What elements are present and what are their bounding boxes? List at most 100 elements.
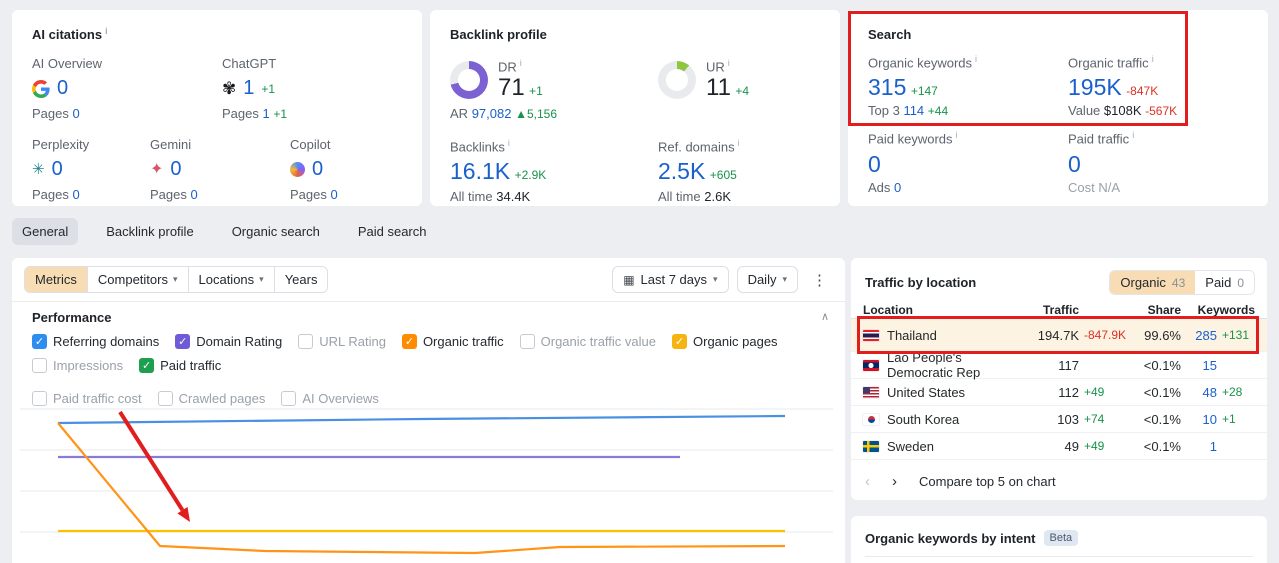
pages-count-link[interactable]: 0 [331, 187, 338, 202]
tab-paid-search[interactable]: Paid search [348, 218, 437, 245]
kebab-menu-icon[interactable]: ⋮ [806, 271, 833, 289]
chatgpt-delta: +1 [261, 81, 276, 96]
chevron-down-icon: ▾ [782, 274, 787, 284]
info-icon[interactable]: i [728, 58, 730, 68]
ai-card-perplexity: Perplexity ✳ 0 Pages 0 [32, 137, 90, 203]
next-page-chevron-icon[interactable]: › [892, 473, 897, 490]
thailand-flag-icon [863, 329, 879, 341]
checkbox-referring-domains[interactable]: ✓ Referring domains [32, 334, 159, 349]
keywords-link[interactable]: 285 [1181, 328, 1217, 343]
us-flag-icon [863, 386, 879, 398]
info-icon[interactable]: i [956, 130, 958, 140]
organic-traffic-value-link[interactable]: 195K [1068, 74, 1122, 101]
metrics-button[interactable]: Metrics [25, 267, 87, 292]
ar-value-link[interactable]: 97,082 [472, 106, 512, 121]
toggle-organic[interactable]: Organic 43 [1110, 271, 1196, 294]
info-icon[interactable]: i [508, 138, 510, 148]
backlink-profile-panel: Backlink profile DR i 71 +1 AR 97,082 ▲5,… [430, 10, 840, 206]
checkbox-organic-traffic-value[interactable]: Organic traffic value [519, 334, 656, 349]
checkbox-icon: ✓ [401, 334, 417, 349]
checkbox-paid-traffic[interactable]: ✓ Paid traffic [139, 358, 221, 373]
ur-donut [658, 61, 696, 99]
paid-traffic-value-link[interactable]: 0 [1068, 151, 1081, 178]
checkbox-icon [298, 334, 314, 349]
tab-backlink-profile[interactable]: Backlink profile [96, 218, 203, 245]
checkbox-icon [519, 334, 535, 349]
south-korea-flag-icon [863, 413, 879, 425]
tab-organic-search[interactable]: Organic search [222, 218, 330, 245]
info-icon[interactable]: i [975, 54, 977, 64]
years-button[interactable]: Years [273, 267, 328, 292]
chevron-down-icon: ▾ [259, 274, 264, 284]
ai-card-chatgpt: ChatGPT ✾ 1 +1 Pages 1 +1 [222, 56, 288, 122]
info-icon[interactable]: i [1132, 130, 1134, 140]
performance-chart[interactable] [12, 385, 845, 563]
table-row-thailand[interactable]: Thailand 194.7K -847.9K 99.6% 285 +131 [851, 319, 1267, 352]
checkbox-icon: ✓ [672, 334, 687, 349]
locations-dropdown[interactable]: Locations ▾ [187, 267, 274, 292]
ai-card-gemini: Gemini ✦ 0 Pages 0 [150, 137, 198, 203]
ads-link[interactable]: 0 [894, 180, 901, 195]
granularity-dropdown[interactable]: Daily ▾ [736, 266, 798, 293]
checkbox-url-rating[interactable]: URL Rating [298, 334, 386, 349]
chevron-down-icon: ▾ [172, 274, 178, 284]
chevron-down-icon: ▾ [713, 274, 718, 284]
organic-paid-toggle: Organic 43 Paid 0 [1109, 270, 1255, 295]
paid-keywords-value-link[interactable]: 0 [868, 151, 881, 178]
backlinks-value-link[interactable]: 16.1K [450, 158, 510, 185]
info-icon[interactable]: i [105, 26, 108, 36]
openai-icon: ✾ [222, 79, 237, 99]
chatgpt-value: 1 [243, 77, 255, 100]
checkbox-domain-rating[interactable]: ✓ Domain Rating [175, 334, 282, 349]
info-icon[interactable]: i [520, 58, 522, 68]
traffic-by-location-title: Traffic by location [865, 275, 977, 290]
pages-count-link[interactable]: 0 [191, 187, 198, 202]
pages-count-link[interactable]: 0 [73, 106, 80, 121]
sweden-flag-icon [863, 440, 879, 452]
perplexity-value: 0 [51, 158, 63, 181]
keywords-by-intent-title: Organic keywords by intent [865, 530, 1036, 546]
ai-card-copilot: Copilot 0 Pages 0 [290, 137, 338, 203]
date-range-dropdown[interactable]: ▦ Last 7 days ▾ [612, 266, 729, 293]
keywords-link[interactable]: 10 [1181, 412, 1217, 427]
laos-flag-icon [863, 359, 879, 371]
table-row-south-korea[interactable]: South Korea 103 +74 <0.1% 10 +1 [851, 406, 1267, 433]
pages-count-link[interactable]: 1 [263, 106, 270, 121]
info-icon[interactable]: i [738, 138, 740, 148]
organic-keywords-value-link[interactable]: 315 [868, 74, 906, 101]
dr-donut [450, 61, 488, 99]
checkbox-impressions[interactable]: Impressions [32, 358, 123, 373]
gemini-icon: ✦ [150, 160, 164, 178]
gemini-value: 0 [170, 158, 182, 181]
toggle-paid[interactable]: Paid 0 [1195, 271, 1254, 294]
keywords-link[interactable]: 1 [1181, 439, 1217, 454]
prev-page-chevron-icon[interactable]: ‹ [865, 473, 870, 490]
location-table: Location Traffic Share Keywords Thailand… [851, 302, 1267, 460]
keywords-link[interactable]: 15 [1181, 358, 1217, 373]
info-icon[interactable]: i [1152, 54, 1154, 64]
ref-domains-value-link[interactable]: 2.5K [658, 158, 705, 185]
checkbox-icon: ✓ [32, 334, 47, 349]
divider [12, 301, 845, 302]
divider [865, 556, 1253, 557]
checkbox-organic-pages[interactable]: ✓ Organic pages [672, 334, 778, 349]
collapse-chevron-icon[interactable]: ∧ [821, 310, 829, 323]
ref-domains-metric: Ref. domains i 2.5K +605 All time 2.6K [658, 138, 740, 205]
table-row-laos[interactable]: Lao People's Democratic Rep 117 <0.1% 15 [851, 350, 1267, 380]
backlink-profile-title: Backlink profile [450, 27, 547, 42]
tab-general[interactable]: General [12, 218, 79, 245]
pages-count-link[interactable]: 0 [73, 187, 80, 202]
top3-link[interactable]: 114 [903, 103, 924, 118]
keywords-link[interactable]: 48 [1181, 385, 1217, 400]
dr-value: 71 [498, 74, 525, 102]
calendar-icon: ▦ [623, 272, 635, 287]
compare-top5-link[interactable]: Compare top 5 on chart [919, 474, 1056, 489]
competitors-dropdown[interactable]: Competitors ▾ [86, 267, 188, 292]
table-row-sweden[interactable]: Sweden 49 +49 <0.1% 1 [851, 433, 1267, 460]
checkbox-organic-traffic[interactable]: ✓ Organic traffic [401, 334, 504, 349]
report-tabs: General Backlink profile Organic search … [12, 218, 437, 245]
table-row-united-states[interactable]: United States 112 +49 <0.1% 48 +28 [851, 379, 1267, 406]
checkbox-icon [32, 358, 47, 373]
copilot-icon [290, 162, 305, 178]
ai-citations-panel: AI citations i AI Overview 0 Pages 0 Chat… [12, 10, 422, 206]
